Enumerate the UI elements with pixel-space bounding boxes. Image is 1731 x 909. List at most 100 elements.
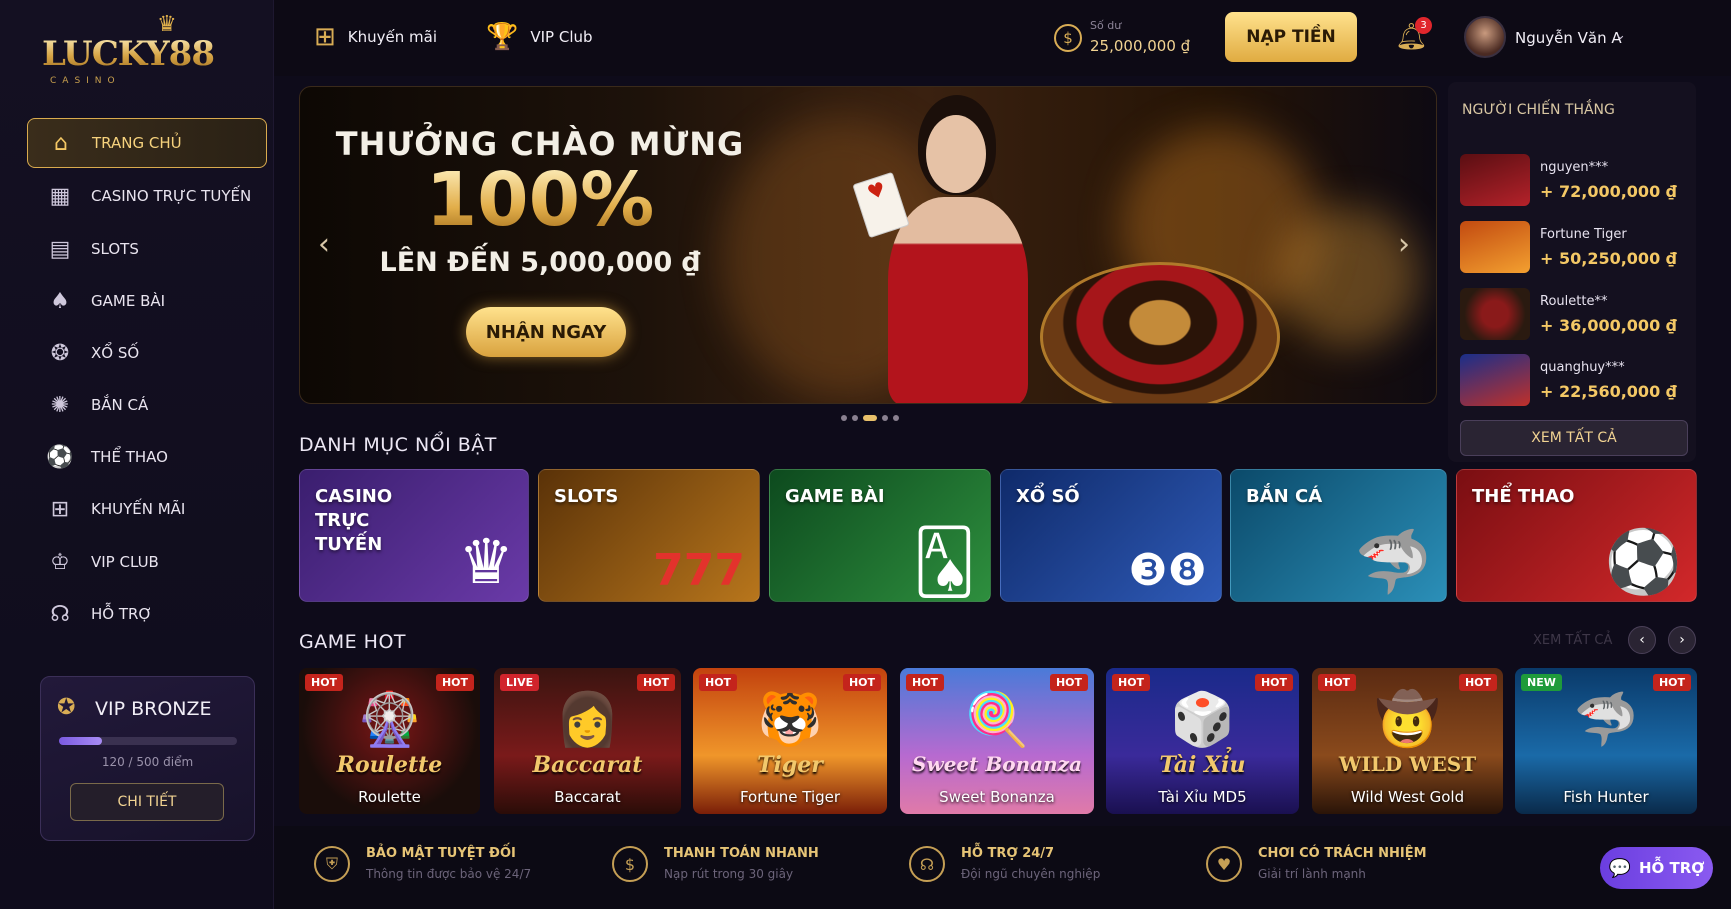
category-label: THỂ THAO (1472, 486, 1575, 507)
roulette-wheel-art (1040, 262, 1280, 403)
vip-detail-button[interactable]: CHI TIẾT (70, 783, 224, 821)
hot-badge: HOT (1318, 674, 1357, 691)
games-prev-button[interactable]: ‹ (1628, 626, 1656, 654)
hot-badge: HOT (842, 674, 881, 691)
category-lottery[interactable]: XỔ SỐ ❸❽ (1000, 469, 1222, 602)
winner-row[interactable]: quanghuy*** + 22,560,000 ₫ (1460, 354, 1690, 414)
dice-thumb (1460, 354, 1530, 406)
banner-next-arrow[interactable]: › (1398, 227, 1410, 262)
vip-status-card: ✪ VIP BRONZE 120 / 500 điểm CHI TIẾT (40, 676, 255, 841)
lottery-balls-icon: ❂ (50, 340, 70, 366)
game-logo: Sweet Bonanza (912, 752, 1082, 776)
roulette-thumb (1460, 288, 1530, 340)
category-label: BẮN CÁ (1246, 486, 1323, 507)
hot-badge: HOT (1458, 674, 1497, 691)
shark-icon: 🦈 (1573, 690, 1639, 750)
sidebar-item-vip-club[interactable]: ♔ VIP CLUB (27, 537, 267, 587)
lucky88-logo[interactable]: ♛ LUCKY88 CASINO (40, 12, 215, 86)
soccer-ball-icon: ⚽ (46, 444, 74, 470)
sidebar-item-fishing[interactable]: ✺ BẮN CÁ (27, 380, 267, 430)
winner-row[interactable]: Fortune Tiger + 50,250,000 ₫ (1460, 221, 1690, 281)
sidebar-item-slots[interactable]: ▤ SLOTS (27, 224, 267, 274)
vip-progress-bar (59, 737, 237, 745)
promo-banner[interactable]: ♥ THƯỞNG CHÀO MỪNG 100% LÊN ĐẾN 5,000,00… (299, 86, 1437, 404)
category-sports[interactable]: THỂ THAO ⚽ (1456, 469, 1697, 602)
game-card-roulette[interactable]: HOT HOT 🎡 Roulette Roulette (299, 668, 480, 814)
sidebar-item-label: TRANG CHỦ (92, 134, 182, 152)
support-chat-label: HỖ TRỢ (1639, 859, 1705, 877)
winner-amount: + 72,000,000 ₫ (1540, 182, 1677, 201)
winner-row[interactable]: nguyen*** + 72,000,000 ₫ (1460, 154, 1690, 214)
baccarat-thumb (1460, 154, 1530, 206)
games-next-button[interactable]: › (1668, 626, 1696, 654)
support-chat-button[interactable]: 💬 HỖ TRỢ (1600, 847, 1713, 889)
pagination-dot[interactable] (841, 415, 847, 421)
sidebar-item-casino[interactable]: ▦ CASINO TRỰC TUYẾN (27, 171, 267, 221)
pagination-dot[interactable] (882, 415, 888, 421)
balance-value: 25,000,000 ₫ (1090, 37, 1191, 55)
live-badge: LIVE (500, 674, 540, 691)
deposit-button[interactable]: NẠP TIỀN (1225, 12, 1357, 62)
game-name: Wild West Gold (1350, 788, 1465, 806)
promotions-link[interactable]: ⊞ Khuyến mãi (314, 22, 437, 52)
winner-name: quanghuy*** (1540, 360, 1625, 375)
feature-title: BẢO MẬT TUYỆT ĐỐI (366, 846, 516, 861)
see-all-winners-button[interactable]: XEM TẤT CẢ (1460, 420, 1688, 456)
sidebar-item-support[interactable]: ☊ HỖ TRỢ (27, 589, 267, 639)
category-slots[interactable]: SLOTS 777 (538, 469, 760, 602)
user-avatar[interactable] (1464, 16, 1506, 58)
winner-row[interactable]: Roulette** + 36,000,000 ₫ (1460, 288, 1690, 348)
see-all-games-link[interactable]: XEM TẤT CẢ (1533, 633, 1612, 648)
sidebar-item-sports[interactable]: ⚽ THỂ THAO (27, 432, 267, 482)
pagination-dot[interactable] (852, 415, 858, 421)
lollipop-icon: 🍭 (964, 690, 1030, 750)
banner-prev-arrow[interactable]: ‹ (318, 227, 330, 262)
game-logo: WILD WEST (1338, 752, 1477, 776)
game-name: Sweet Bonanza (939, 788, 1055, 806)
sidebar-item-label: CASINO TRỰC TUYẾN (91, 187, 252, 205)
game-card-baccarat[interactable]: LIVE HOT 👩 Baccarat Baccarat (494, 668, 681, 814)
vip-club-link[interactable]: 🏆 VIP Club (486, 22, 593, 52)
cards-icon: 🂡 (912, 525, 976, 598)
soccer-ball-icon: ⚽ (1604, 525, 1682, 598)
feature-subtitle: Đội ngũ chuyên nghiệp (961, 867, 1101, 881)
game-card-fish-hunter[interactable]: NEW HOT 🦈 Fish Hunter (1515, 668, 1697, 814)
winners-panel: NGƯỜI CHIẾN THẮNG nguyen*** + 72,000,000… (1448, 82, 1696, 462)
winners-title: NGƯỜI CHIẾN THẮNG (1462, 102, 1615, 118)
game-card-sweet-bonanza[interactable]: HOT HOT 🍭 Sweet Bonanza Sweet Bonanza (900, 668, 1094, 814)
slot-machine-icon: ▤ (49, 236, 71, 262)
banner-pagination (841, 415, 899, 421)
sidebar-item-card-games[interactable]: ♠ GAME BÀI (27, 276, 267, 326)
pagination-dot[interactable] (863, 415, 877, 421)
pagination-dot[interactable] (893, 415, 899, 421)
chevron-down-icon[interactable]: ⌄ (1615, 28, 1626, 43)
logo-subtitle: CASINO (50, 76, 121, 86)
game-name: Tài Xỉu MD5 (1158, 788, 1247, 806)
game-logo: Roulette (336, 752, 443, 778)
category-label: CASINO TRỰC TUYẾN (315, 486, 393, 555)
sidebar-item-lottery[interactable]: ❂ XỔ SỐ (27, 328, 267, 378)
category-casino[interactable]: CASINO TRỰC TUYẾN ♛ (299, 469, 529, 602)
category-card-games[interactable]: GAME BÀI 🂡 (769, 469, 991, 602)
winner-amount: + 50,250,000 ₫ (1540, 249, 1677, 268)
dealer-illustration: ♥ (852, 87, 1050, 403)
game-card-fortune-tiger[interactable]: HOT HOT 🐯 Tiger Fortune Tiger (693, 668, 887, 814)
hot-badge: HOT (435, 674, 474, 691)
casino-icon: ▦ (49, 183, 71, 209)
hot-badge: HOT (305, 674, 344, 691)
game-card-tai-xiu[interactable]: HOT HOT 🎲 Tài Xỉu Tài Xỉu MD5 (1106, 668, 1299, 814)
sidebar-item-promotions[interactable]: ⊞ KHUYẾN MÃI (27, 484, 267, 534)
hot-badge: HOT (906, 674, 945, 691)
category-fishing[interactable]: BẮN CÁ 🦈 (1230, 469, 1447, 602)
claim-now-button[interactable]: NHẬN NGAY (466, 307, 626, 357)
game-name: Fish Hunter (1563, 788, 1649, 806)
home-icon: ⌂ (54, 130, 68, 156)
game-card-wild-west-gold[interactable]: HOT HOT 🤠 WILD WEST Wild West Gold (1312, 668, 1503, 814)
sidebar-item-home[interactable]: ⌂ TRANG CHỦ (27, 118, 267, 168)
logo-text: LUCKY88 (42, 34, 215, 74)
balance-label: Số dư (1090, 19, 1122, 32)
feature-fast-payment: $ THANH TOÁN NHANH Nạp rút trong 30 giây (612, 846, 819, 882)
crown-icon: ♔ (50, 549, 70, 575)
hot-badge: HOT (1112, 674, 1151, 691)
user-name[interactable]: Nguyễn Văn A (1515, 29, 1622, 47)
